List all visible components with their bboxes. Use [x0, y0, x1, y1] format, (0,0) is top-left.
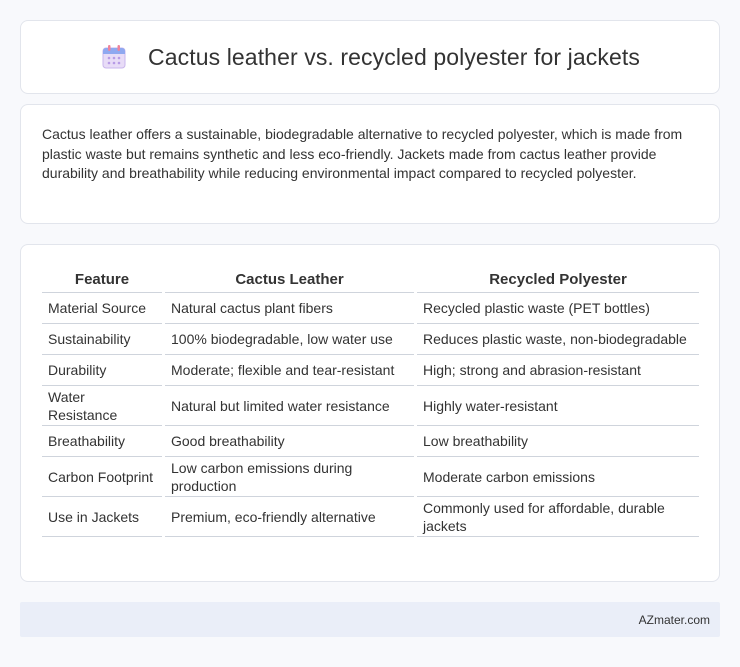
table-row: Sustainability 100% biodegradable, low w…: [42, 324, 699, 355]
table-row: Use in Jackets Premium, eco-friendly alt…: [42, 497, 699, 537]
cactus-leather-cell: Low carbon emissions during production: [165, 457, 414, 497]
page-title: Cactus leather vs. recycled polyester fo…: [148, 43, 640, 70]
recycled-polyester-cell: High; strong and abrasion-resistant: [417, 355, 699, 386]
calendar-icon: [102, 45, 126, 69]
comparison-table-card: Feature Cactus Leather Recycled Polyeste…: [20, 244, 720, 582]
table-row: Durability Moderate; flexible and tear-r…: [42, 355, 699, 386]
table-row: Carbon Footprint Low carbon emissions du…: [42, 457, 699, 497]
feature-cell: Material Source: [42, 293, 162, 324]
recycled-polyester-cell: Commonly used for affordable, durable ja…: [417, 497, 699, 537]
cactus-leather-cell: 100% biodegradable, low water use: [165, 324, 414, 355]
feature-cell: Carbon Footprint: [42, 457, 162, 497]
feature-cell: Sustainability: [42, 324, 162, 355]
cactus-leather-cell: Natural but limited water resistance: [165, 386, 414, 426]
column-header-recycled-polyester: Recycled Polyester: [417, 267, 699, 293]
cactus-leather-cell: Good breathability: [165, 426, 414, 457]
footer-site-link[interactable]: AZmater.com: [639, 613, 710, 627]
recycled-polyester-cell: Reduces plastic waste, non-biodegradable: [417, 324, 699, 355]
footer-bar: AZmater.com: [20, 602, 720, 637]
table-row: Breathability Good breathability Low bre…: [42, 426, 699, 457]
summary-card: Cactus leather offers a sustainable, bio…: [20, 104, 720, 224]
recycled-polyester-cell: Recycled plastic waste (PET bottles): [417, 293, 699, 324]
title-wrap: Cactus leather vs. recycled polyester fo…: [100, 43, 640, 71]
table-header-row: Feature Cactus Leather Recycled Polyeste…: [42, 267, 699, 293]
feature-cell: Durability: [42, 355, 162, 386]
column-header-cactus-leather: Cactus Leather: [165, 267, 414, 293]
comparison-table: Feature Cactus Leather Recycled Polyeste…: [39, 267, 702, 537]
cactus-leather-cell: Moderate; flexible and tear-resistant: [165, 355, 414, 386]
table-row: Water Resistance Natural but limited wat…: [42, 386, 699, 426]
feature-cell: Use in Jackets: [42, 497, 162, 537]
recycled-polyester-cell: Low breathability: [417, 426, 699, 457]
column-header-feature: Feature: [42, 267, 162, 293]
recycled-polyester-cell: Moderate carbon emissions: [417, 457, 699, 497]
cactus-leather-cell: Premium, eco-friendly alternative: [165, 497, 414, 537]
header-card: Cactus leather vs. recycled polyester fo…: [20, 20, 720, 94]
table-row: Material Source Natural cactus plant fib…: [42, 293, 699, 324]
cactus-leather-cell: Natural cactus plant fibers: [165, 293, 414, 324]
summary-text: Cactus leather offers a sustainable, bio…: [42, 126, 683, 181]
feature-cell: Water Resistance: [42, 386, 162, 426]
feature-cell: Breathability: [42, 426, 162, 457]
recycled-polyester-cell: Highly water-resistant: [417, 386, 699, 426]
